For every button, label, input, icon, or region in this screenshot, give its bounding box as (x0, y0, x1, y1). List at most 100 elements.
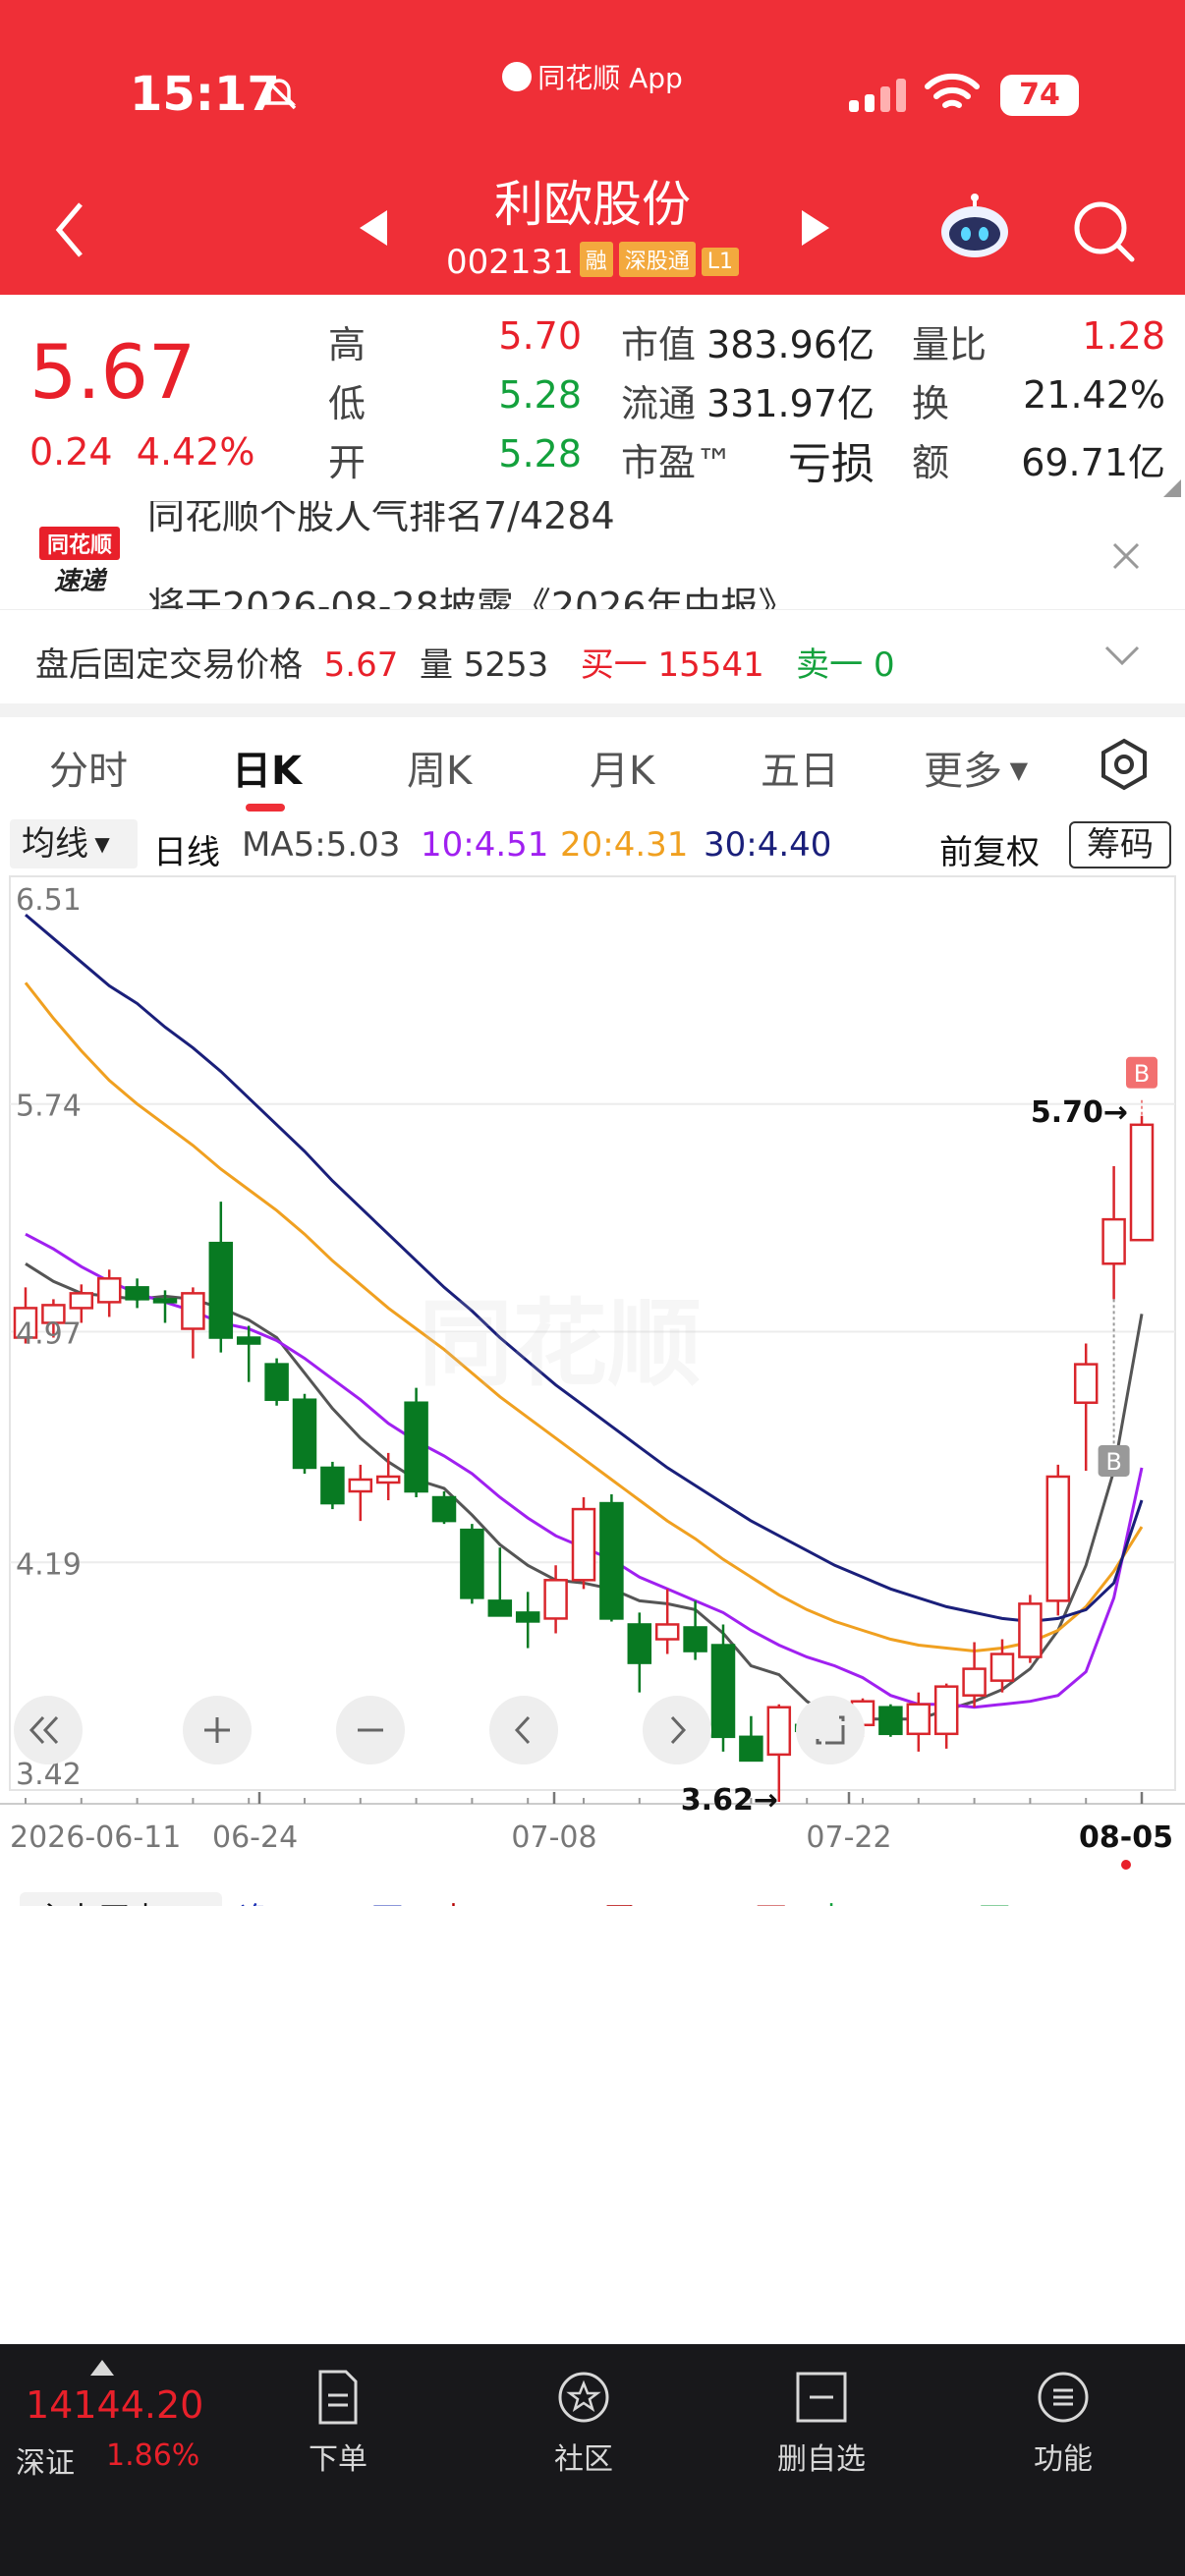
zoom-out-fast-button[interactable] (14, 1696, 83, 1764)
candle-body (989, 1652, 1015, 1682)
period-label: 日线 (153, 833, 220, 872)
candle-body (1101, 1217, 1126, 1265)
candle (125, 1278, 149, 1309)
candle (1073, 1343, 1099, 1471)
candle (1045, 1464, 1071, 1616)
candle (933, 1683, 959, 1749)
tab-five-day[interactable]: 五日 (761, 739, 839, 796)
quote-value-amount: 69.71亿 (1021, 441, 1165, 484)
candle-body (431, 1495, 457, 1523)
quote-value-high: 5.70 (498, 314, 582, 358)
candle-body (181, 1292, 205, 1330)
section-divider (0, 703, 1185, 717)
news-line-2[interactable]: 将于2026-08-28披露《2026年中报》 (147, 576, 796, 609)
quote-value-volratio: 1.28 (1082, 314, 1165, 358)
scroll-left-button[interactable] (489, 1696, 558, 1764)
candle (375, 1452, 401, 1501)
flow-sell: 卖:-380.44万 (816, 1900, 1010, 1906)
candle (152, 1290, 178, 1323)
adjust-mode[interactable]: 前复权 (939, 825, 1040, 873)
index-value[interactable]: 14144.20 (26, 2383, 203, 2427)
remove-watchlist-button[interactable]: 删自选 (753, 2368, 890, 2478)
candle-body (236, 1336, 261, 1345)
x-axis: 2026-06-11 06-24 07-08 07-22 08-05 (0, 1792, 1185, 1870)
candle-body (627, 1623, 652, 1664)
signal-icon (849, 79, 906, 112)
fullscreen-button[interactable] (796, 1696, 865, 1764)
flow-net: 净:36.50万 (240, 1900, 403, 1906)
candle (236, 1325, 261, 1382)
news-source-logo-icon: 同花顺 速递 (39, 527, 120, 596)
after-hours-row[interactable]: 盘后固定交易价格 5.67 量 5253 买一 15541 卖一 0 (0, 609, 1185, 703)
candle-body (264, 1363, 289, 1401)
scroll-right-button[interactable] (643, 1696, 711, 1764)
candle-body (208, 1241, 234, 1339)
search-icon[interactable] (1071, 198, 1136, 263)
candle-body (460, 1528, 484, 1599)
candle-body (375, 1475, 401, 1484)
candle (292, 1393, 317, 1474)
buy-signal-text: B (1105, 1448, 1121, 1476)
close-icon[interactable] (1106, 536, 1146, 576)
assistant-robot-icon[interactable] (937, 193, 1012, 263)
double-chevron-left-icon (28, 1715, 59, 1745)
settings-hexagon-icon[interactable] (1097, 737, 1152, 792)
last-price: 5.67 (29, 328, 197, 416)
quote-label-high: 高 (328, 323, 367, 366)
candle-body (710, 1644, 736, 1739)
tag-connect: 深股通 (618, 242, 696, 277)
candle-body (125, 1286, 149, 1301)
zoom-in-button[interactable] (183, 1696, 252, 1764)
next-stock-button[interactable] (798, 208, 833, 248)
tag-margin: 融 (579, 242, 613, 277)
candle (1101, 1165, 1126, 1300)
candle (208, 1202, 234, 1353)
candle (515, 1592, 540, 1649)
candle-body (1018, 1602, 1043, 1658)
tab-weekly-k[interactable]: 周K (407, 739, 472, 796)
quote-label-volratio: 量比 (912, 323, 988, 366)
price-change: 0.24 4.42% (29, 430, 255, 474)
zoom-out-button[interactable] (336, 1696, 405, 1764)
bottom-bar: 14144.20 深证 1.86% 下单 社区 删自选 功能 (0, 2344, 1185, 2576)
ths-logo-icon (502, 62, 533, 91)
svg-text:同花顺: 同花顺 (47, 532, 112, 558)
y-tick-label: 4.97 (16, 1316, 82, 1351)
plus-icon (204, 1717, 230, 1743)
functions-button[interactable]: 功能 (994, 2368, 1132, 2478)
chevron-down-icon[interactable] (1102, 644, 1142, 669)
high-marker-label: 5.70→ (1031, 1095, 1128, 1130)
tab-monthly-k[interactable]: 月K (590, 739, 654, 796)
candle-body (766, 1706, 792, 1757)
y-axis-labels: 6.515.744.974.193.42 (16, 883, 82, 1792)
candle-body (962, 1667, 987, 1697)
news-line-1[interactable]: 同花顺个股人气排名7/4284 (147, 501, 615, 539)
order-button[interactable]: 下单 (269, 2368, 407, 2478)
chip-distribution-button[interactable]: 筹码 (1069, 821, 1171, 868)
tab-daily-k[interactable]: 日K (232, 739, 302, 796)
tab-more[interactable]: 更多 ▼ (924, 739, 1028, 796)
chevron-right-icon (670, 1715, 687, 1745)
expand-corner-icon[interactable] (1163, 479, 1181, 497)
quote-label-mktcap: 市值 (621, 323, 697, 366)
news-ticker[interactable]: 同花顺 速递 同花顺个股人气排名7/4284 将于2026-08-28披露《20… (0, 501, 1185, 609)
y-tick-label: 6.51 (16, 883, 82, 918)
community-button[interactable]: 社区 (515, 2368, 652, 2478)
tag-level: L1 (701, 248, 740, 276)
candle-body (96, 1277, 122, 1304)
candle (878, 1704, 903, 1737)
tab-intraday[interactable]: 分时 (49, 739, 128, 796)
index-up-arrow-icon (90, 2360, 114, 2376)
after-hours-text: 盘后固定交易价格 5.67 量 5253 买一 15541 卖一 0 (35, 645, 895, 685)
candle-body (320, 1466, 345, 1505)
candle-body (571, 1507, 596, 1582)
active-tab-indicator (246, 804, 285, 812)
candle (431, 1491, 457, 1525)
candle (1018, 1595, 1043, 1663)
candle (571, 1497, 596, 1590)
x-tick-label: 2026-06-11 (10, 1820, 181, 1855)
wifi-icon (925, 73, 980, 108)
candle-body (348, 1478, 373, 1493)
ma-select-dropdown[interactable]: 均线 ▼ (10, 819, 138, 868)
quote-label-low: 低 (328, 382, 367, 425)
